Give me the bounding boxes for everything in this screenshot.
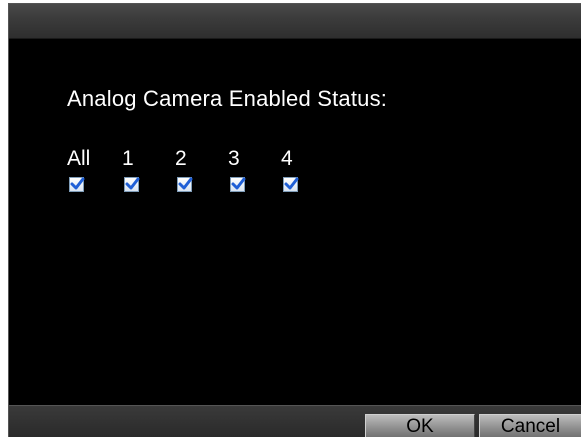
channel-label-all: All	[67, 147, 91, 170]
checkmark-icon	[125, 177, 140, 190]
channel-2: 2	[175, 147, 205, 192]
checkbox-channel-3[interactable]	[230, 177, 246, 192]
button-bar: OK Cancel	[9, 405, 581, 437]
channel-all: All	[67, 147, 97, 192]
channel-label-1: 1	[122, 147, 134, 170]
channel-label-3: 3	[228, 147, 240, 170]
channel-3: 3	[228, 147, 258, 192]
ok-button[interactable]: OK	[365, 414, 475, 437]
dialog-heading: Analog Camera Enabled Status:	[67, 86, 388, 111]
checkmark-icon	[231, 177, 246, 190]
channel-1: 1	[122, 147, 152, 192]
checkbox-all[interactable]	[69, 177, 85, 192]
checkbox-channel-4[interactable]	[283, 177, 299, 192]
checkmark-icon	[178, 177, 193, 190]
cancel-button[interactable]: Cancel	[479, 414, 581, 437]
channel-4: 4	[281, 147, 311, 192]
checkbox-channel-1[interactable]	[124, 177, 140, 192]
camera-status-dialog: Analog Camera Enabled Status: All 1 2 3 …	[8, 3, 581, 437]
title-bar	[9, 4, 581, 39]
channel-label-2: 2	[175, 147, 187, 170]
checkbox-channel-2[interactable]	[177, 177, 193, 192]
channel-label-4: 4	[281, 147, 293, 170]
checkmark-icon	[70, 177, 85, 190]
checkmark-icon	[284, 177, 299, 190]
